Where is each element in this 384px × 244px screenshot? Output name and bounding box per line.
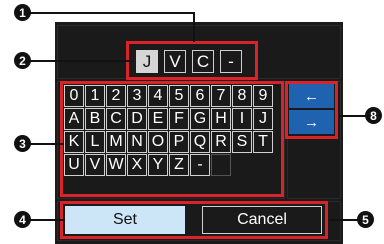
callout-3-line — [27, 143, 64, 145]
callout-4-line — [27, 219, 65, 221]
callout-8: 8 — [365, 107, 382, 124]
name-field-highlight — [126, 41, 258, 80]
callout-2-line — [27, 60, 133, 62]
callout-2: 2 — [14, 52, 31, 69]
osd-screen: J V C - 0 1 2 3 4 5 6 7 8 9 A B C D E F … — [55, 22, 343, 244]
keyboard-highlight — [60, 81, 284, 197]
buttons-highlight — [60, 201, 328, 239]
callout-8-line — [339, 115, 367, 117]
callout-1-line-v — [193, 12, 195, 42]
callout-5: 5 — [357, 211, 374, 228]
cursor-highlight — [285, 81, 338, 139]
callout-1-line-h — [27, 12, 195, 14]
callout-5-line — [329, 219, 359, 221]
callout-4: 4 — [14, 211, 31, 228]
callout-3: 3 — [14, 135, 31, 152]
callout-1: 1 — [14, 4, 31, 21]
